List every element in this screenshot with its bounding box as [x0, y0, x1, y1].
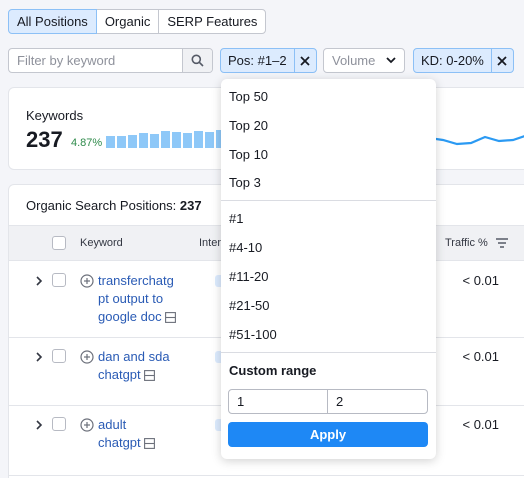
chevron-right-icon[interactable] — [34, 352, 44, 362]
keywords-title: Keywords — [26, 108, 84, 123]
row-checkbox[interactable] — [52, 273, 66, 287]
option-top-3[interactable]: Top 3 — [229, 175, 261, 190]
option-top-10[interactable]: Top 10 — [229, 147, 268, 162]
sort-icon[interactable] — [496, 238, 508, 248]
option-pos-11-20[interactable]: #11-20 — [229, 269, 269, 284]
search-icon — [191, 54, 204, 67]
tab-serp-features[interactable]: SERP Features — [158, 9, 267, 34]
keyword-line-text: chatgpt — [98, 367, 141, 382]
keyword-link[interactable]: transferchatg pt output to google doc — [98, 272, 178, 326]
option-top-50[interactable]: Top 50 — [229, 89, 268, 104]
keyword-line: dan and sda — [98, 349, 170, 364]
keyword-line: google doc — [98, 308, 178, 326]
range-to-input[interactable]: 2 — [327, 389, 428, 414]
tab-organic[interactable]: Organic — [95, 9, 160, 34]
keyword-line-text: chatgpt — [98, 435, 141, 450]
row-checkbox[interactable] — [52, 417, 66, 431]
kd-filter-chip: KD: 0-20% — [413, 48, 514, 73]
position-filter-chip: Pos: #1–2 — [220, 48, 317, 73]
traffic-trend-line — [429, 135, 524, 146]
volume-select[interactable]: Volume — [323, 48, 405, 73]
position-type-tabs: All Positions Organic SERP Features — [8, 9, 267, 34]
add-keyword-icon[interactable] — [80, 274, 94, 288]
divider — [221, 200, 436, 201]
panel-title-label: Organic Search Positions: — [26, 198, 177, 213]
keyword-link[interactable]: adult chatgpt — [98, 416, 178, 452]
chevron-right-icon[interactable] — [34, 420, 44, 430]
keywords-count: 237 — [26, 127, 63, 152]
option-pos-1[interactable]: #1 — [229, 211, 243, 226]
keyword-line: chatgpt — [98, 366, 178, 384]
keyword-filter-input[interactable]: Filter by keyword — [9, 49, 182, 72]
apply-button[interactable]: Apply — [228, 422, 428, 447]
option-pos-4-10[interactable]: #4-10 — [229, 240, 262, 255]
chevron-down-icon — [386, 57, 396, 64]
keyword-link[interactable]: dan and sda chatgpt — [98, 348, 178, 384]
traffic-value: < 0.01 — [462, 417, 499, 432]
add-keyword-icon[interactable] — [80, 350, 94, 364]
keyword-line: chatgpt — [98, 434, 178, 452]
add-keyword-icon[interactable] — [80, 418, 94, 432]
column-keyword[interactable]: Keyword — [80, 237, 123, 249]
close-icon — [497, 55, 508, 66]
row-checkbox[interactable] — [52, 349, 66, 363]
keyword-filter: Filter by keyword — [8, 48, 213, 73]
panel-title-count: 237 — [179, 198, 202, 213]
option-top-20[interactable]: Top 20 — [229, 118, 268, 133]
position-filter-label[interactable]: Pos: #1–2 — [221, 49, 294, 72]
traffic-value: < 0.01 — [462, 273, 499, 288]
option-pos-51-100[interactable]: #51-100 — [229, 327, 277, 342]
panel-title: Organic Search Positions: 237 — [26, 198, 202, 213]
custom-range-title: Custom range — [229, 363, 317, 378]
keyword-line: transferchatg — [98, 273, 174, 288]
range-from-input[interactable]: 1 — [228, 389, 328, 414]
tab-all-positions[interactable]: All Positions — [8, 9, 97, 34]
keyword-line: adult — [98, 417, 127, 432]
kd-filter-clear[interactable] — [490, 49, 513, 72]
position-dropdown: Top 50 Top 20 Top 10 Top 3 #1 #4-10 #11-… — [221, 79, 436, 459]
close-icon — [300, 55, 310, 66]
keywords-trend-bars — [106, 130, 224, 148]
volume-label: Volume — [332, 53, 376, 68]
search-button[interactable] — [182, 49, 212, 72]
option-pos-21-50[interactable]: #21-50 — [229, 298, 269, 313]
column-intent[interactable]: Inten — [199, 237, 223, 249]
keyword-line: pt output to — [98, 291, 164, 306]
divider — [221, 352, 436, 353]
column-traffic[interactable]: Traffic % — [445, 237, 488, 249]
keywords-delta: 4.87% — [71, 137, 103, 149]
position-filter-clear[interactable] — [293, 49, 316, 72]
serp-snapshot-icon[interactable] — [143, 438, 155, 449]
serp-snapshot-icon[interactable] — [143, 370, 155, 381]
chevron-right-icon[interactable] — [34, 276, 44, 286]
select-all-checkbox[interactable] — [52, 236, 66, 250]
traffic-value: < 0.01 — [462, 349, 499, 364]
serp-snapshot-icon[interactable] — [164, 312, 176, 323]
kd-filter-label[interactable]: KD: 0-20% — [414, 49, 491, 72]
keyword-line-text: google doc — [98, 309, 162, 324]
